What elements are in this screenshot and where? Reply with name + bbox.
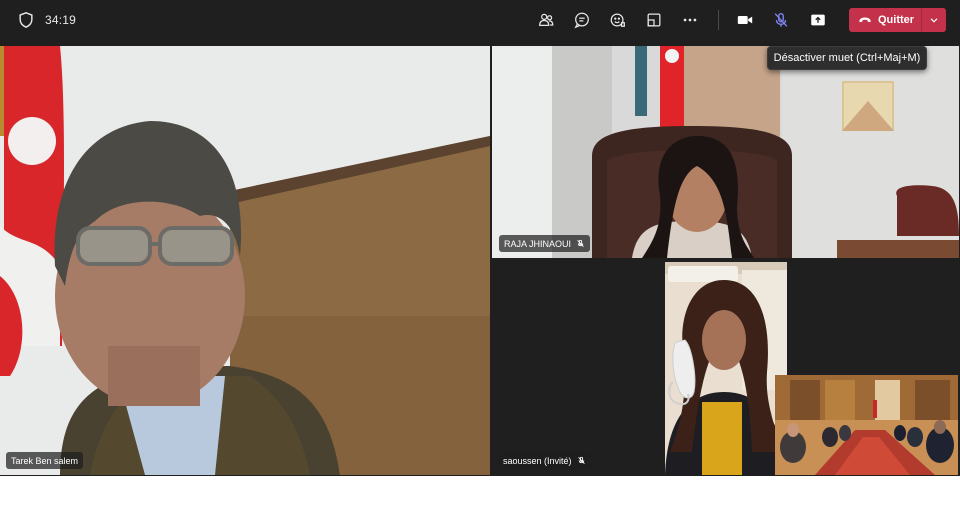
hang-up-icon (859, 17, 871, 23)
meeting-toolbar: 34:19 Quitter (0, 0, 960, 40)
people-icon (539, 13, 554, 27)
call-timer: 34:19 (45, 13, 77, 27)
participant-name-tag: RAJA JHINAOUI (499, 235, 591, 252)
chevron-down-icon (930, 18, 938, 23)
more-icon (683, 18, 697, 22)
rooms-icon (647, 13, 661, 27)
video-tile-tarek[interactable]: Tarek Ben salem (0, 46, 490, 475)
more-button[interactable] (679, 9, 701, 31)
mic-muted-icon (577, 456, 585, 464)
leave-options-button[interactable] (922, 8, 946, 32)
self-view-tile[interactable] (775, 375, 958, 475)
toolbar-divider (718, 10, 719, 30)
participant-name: RAJA JHINAOUI (504, 238, 572, 249)
mic-muted-icon (577, 239, 584, 247)
chat-button[interactable] (571, 9, 593, 31)
leave-main[interactable]: Quitter (849, 8, 921, 32)
rooms-button[interactable] (643, 9, 665, 31)
participants-button[interactable] (535, 9, 557, 31)
participant-name: saoussen (Invité) (503, 455, 572, 466)
mic-muted-icon (774, 13, 788, 27)
shield-icon (19, 12, 33, 28)
camera-icon (737, 15, 753, 25)
reactions-button[interactable] (607, 9, 629, 31)
share-button[interactable] (807, 9, 829, 31)
camera-button[interactable] (734, 9, 756, 31)
participant-name-tag: saoussen (Invité) (498, 452, 591, 469)
page-bottom-margin (0, 476, 960, 514)
participant-video (492, 46, 959, 258)
mic-button[interactable] (770, 9, 792, 31)
video-tile-raja[interactable]: RAJA JHINAOUI (492, 46, 959, 258)
leave-button[interactable]: Quitter (849, 8, 946, 32)
chat-icon (574, 12, 589, 29)
reaction-icon (610, 13, 625, 27)
participant-name-tag: Tarek Ben salem (6, 452, 84, 469)
leave-label: Quitter (878, 14, 915, 26)
self-video (775, 375, 958, 475)
participant-name: Tarek Ben salem (11, 455, 79, 466)
share-icon (811, 14, 825, 26)
mic-tooltip: Désactiver muet (Ctrl+Maj+M) (767, 46, 927, 70)
participant-video (0, 46, 490, 475)
